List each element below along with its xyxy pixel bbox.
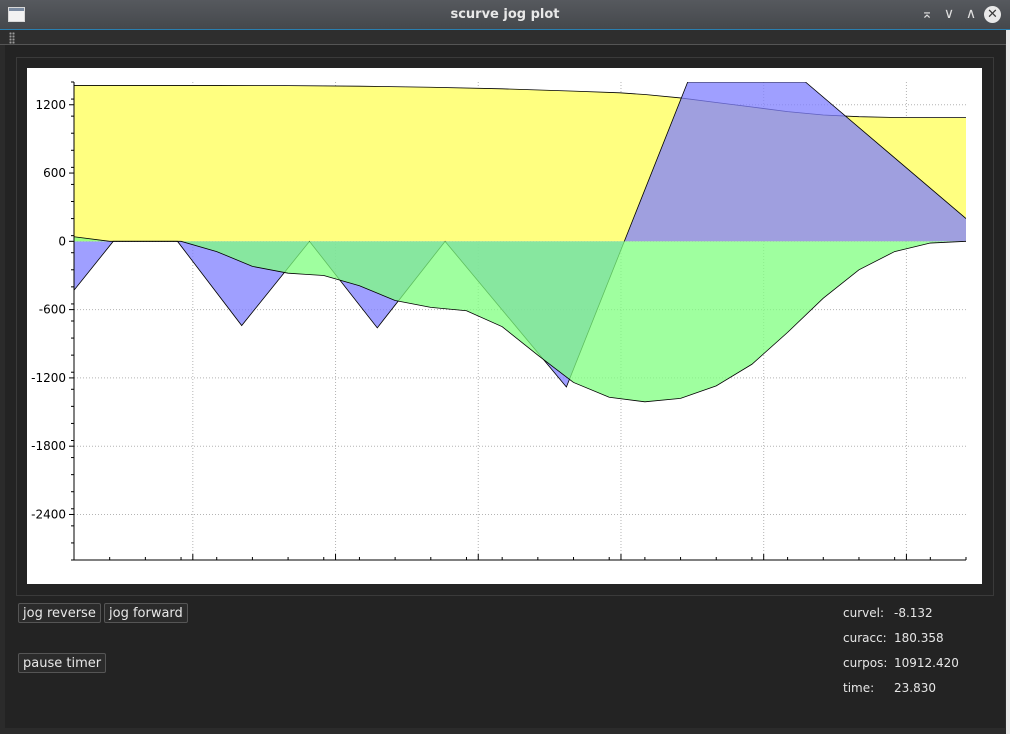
jog-reverse-button[interactable]: jog reverse (18, 603, 101, 623)
curpos-label: curpos: (843, 656, 888, 670)
pause-timer-button[interactable]: pause timer (18, 653, 107, 673)
y-tick-label: 600 (43, 166, 66, 180)
window-title: scurve jog plot (450, 7, 560, 22)
curvel-value: -8.132 (894, 606, 933, 620)
y-tick-label: -1200 (31, 371, 66, 385)
y-tick-label: -2400 (31, 507, 66, 521)
time-label: time: (843, 681, 875, 695)
plot-frame: 1200 600 0 -600 -1200 -1800 -2400 (16, 57, 994, 596)
curpos-value: 10912.420 (894, 656, 959, 670)
minimize-icon[interactable]: ∨ (940, 5, 958, 23)
y-tick-label: -600 (39, 303, 66, 317)
central-widget: 1200 600 0 -600 -1200 -1800 -2400 jog reverse … (5, 45, 1005, 728)
toolbar-grip-handle[interactable] (9, 32, 15, 44)
y-tick-label: -1800 (31, 439, 66, 453)
curacc-value: 180.358 (894, 631, 944, 645)
scurve-plot: 1200 600 0 -600 -1200 -1800 -2400 (31, 81, 967, 561)
curvel-label: curvel: (843, 606, 884, 620)
window-border (1006, 30, 1010, 734)
curacc-label: curacc: (843, 631, 887, 645)
jog-forward-button[interactable]: jog forward (104, 603, 188, 623)
keep-above-icon[interactable]: ⌅ (918, 5, 936, 23)
close-icon[interactable]: ✕ (984, 6, 1001, 23)
y-tick-label: 1200 (35, 98, 66, 112)
title-bar[interactable]: scurve jog plot ⌅ ∨ ∧ ✕ (0, 0, 1010, 30)
toolbar (0, 30, 1006, 45)
maximize-icon[interactable]: ∧ (962, 5, 980, 23)
time-value: 23.830 (894, 681, 936, 695)
y-tick-label: 0 (58, 234, 66, 248)
plot-canvas[interactable]: 1200 600 0 -600 -1200 -1800 -2400 (27, 68, 982, 584)
